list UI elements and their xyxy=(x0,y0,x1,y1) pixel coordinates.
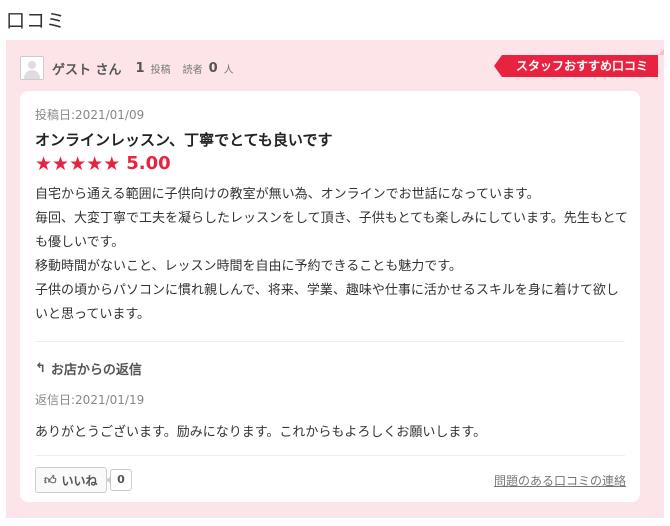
divider xyxy=(35,341,625,342)
review-paragraph: 子供の頃からパソコンに慣れ親しんで、将来、学業、趣味や仕事に活かせるスキルを身に… xyxy=(35,283,619,322)
thumbs-up-icon: 👍︎ xyxy=(44,472,57,487)
review-paragraph: 移動時間がないこと、レッスン時間を自由に予約できることも魅力です。 xyxy=(35,259,462,274)
like-button[interactable]: 👍︎ いいね xyxy=(35,467,107,493)
review-content: 投稿日:2021/01/09 オンラインレッスン、丁寧でとても良いです ★ ★ … xyxy=(20,91,640,502)
reply-heading: ↰ お店からの返信 xyxy=(35,359,142,378)
star-icon: ★ xyxy=(35,152,53,175)
like-count: 0 xyxy=(106,469,132,491)
readers-label: 読者 xyxy=(182,64,203,76)
rating-value: 5.00 xyxy=(126,153,171,174)
star-icon: ★ xyxy=(69,152,87,175)
like-label: いいね xyxy=(61,473,98,488)
review-card: ゲスト さん 1 投稿 読者 0 人 スタッフおすすめ口コミ 投稿日:2021/… xyxy=(6,40,664,518)
star-icon: ★ xyxy=(86,152,104,175)
staff-recommended-badge: スタッフおすすめ口コミ xyxy=(493,49,664,77)
divider xyxy=(35,455,625,456)
reply-date: 返信日:2021/01/19 xyxy=(35,393,145,407)
staff-badge-label: スタッフおすすめ口コミ xyxy=(515,59,648,73)
rating: ★ ★ ★ ★ ★ 5.00 xyxy=(35,153,171,174)
reply-arrow-icon: ↰ xyxy=(35,361,46,376)
star-icon: ★ xyxy=(103,152,121,175)
posts-count: 1 xyxy=(135,60,145,76)
user-info: ゲスト さん 1 投稿 読者 0 人 xyxy=(20,56,234,80)
avatar xyxy=(20,56,44,80)
reply-body: ありがとうございます。励みになります。これからもよろしくお願いします。 xyxy=(35,425,487,440)
review-title: オンラインレッスン、丁寧でとても良いです xyxy=(35,131,333,149)
post-date: 投稿日:2021/01/09 xyxy=(35,108,145,122)
username[interactable]: ゲスト さん xyxy=(52,59,122,78)
page-title: 口コミ xyxy=(6,10,67,32)
review-paragraph: 自宅から通える範囲に子供向けの教室が無い為、オンラインでお世話になっています。 xyxy=(35,187,540,202)
readers-unit: 人 xyxy=(223,64,234,76)
star-icon: ★ xyxy=(52,152,70,175)
posts-label: 投稿 xyxy=(150,64,171,76)
report-review-link[interactable]: 問題のある口コミの連絡 xyxy=(494,472,626,489)
readers-count: 0 xyxy=(208,60,218,76)
reply-heading-label: お店からの返信 xyxy=(50,363,142,378)
review-paragraph: 毎回、大変丁寧で工夫を凝らしたレッスンをして頂き、子供もとても楽しみにしています… xyxy=(35,211,629,250)
review-body: 自宅から通える範囲に子供向けの教室が無い為、オンラインでお世話になっています。 … xyxy=(35,183,630,327)
